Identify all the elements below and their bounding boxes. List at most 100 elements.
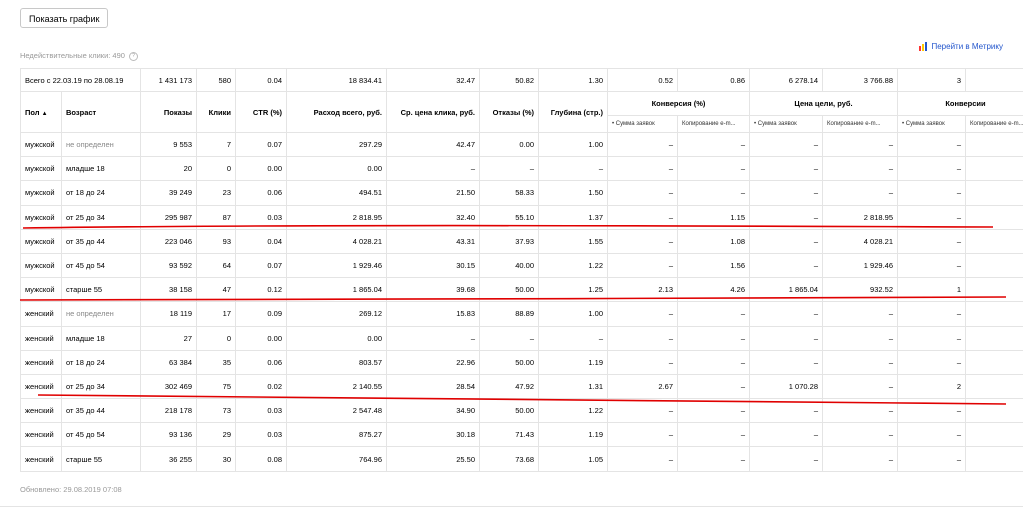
metric-cell: – — [607, 398, 678, 424]
metric-cell: – — [897, 301, 966, 327]
metric-cell: 64 — [196, 252, 236, 279]
show-chart-button[interactable]: Показать график — [20, 8, 109, 28]
total-row: Всего с 22.03.19 по 28.08.19 1 431 173 580… — [20, 68, 1023, 92]
goal-subheader[interactable]: • Сумма заявок — [607, 115, 678, 133]
metric-cell: – — [897, 252, 966, 279]
metric-cell: – — [677, 422, 750, 448]
column-header-goal-price[interactable]: Цена цели, руб. — [749, 91, 898, 116]
metric-cell: 39.68 — [386, 277, 480, 303]
column-header-avg-cpc[interactable]: Ср. цена клика, руб. — [386, 91, 480, 133]
metric-cell: 15.83 — [386, 301, 480, 327]
column-header-conversion-pct[interactable]: Конверсия (%) — [607, 91, 750, 116]
metric-cell: 39 249 — [140, 180, 197, 206]
metric-cell: – — [677, 131, 750, 158]
gender-cell: женский — [20, 398, 62, 424]
goal-subheader[interactable]: • Сумма заявок — [749, 115, 823, 133]
metric-cell: 1.31 — [538, 373, 608, 400]
age-cell: не определен — [61, 301, 141, 327]
goal-subheader[interactable]: • Сумма заявок — [897, 115, 966, 133]
help-icon[interactable]: ? — [129, 51, 139, 61]
metric-cell: – — [607, 325, 678, 351]
total-cell: 5 — [965, 68, 1023, 92]
column-header-clicks[interactable]: Клики — [196, 91, 236, 133]
metric-cell: 1 — [965, 228, 1023, 254]
metric-cell: 88.89 — [479, 301, 539, 327]
column-header-bounces[interactable]: Отказы (%) — [479, 91, 539, 133]
goal-subheader[interactable]: Копирование e-m... — [677, 115, 750, 133]
metrika-link-label[interactable]: Перейти в Метрику — [931, 42, 1003, 51]
metric-cell: – — [749, 446, 823, 472]
metric-cell: 30 — [196, 446, 236, 472]
metric-cell: – — [897, 131, 966, 158]
metric-cell: 1 070.28 — [749, 373, 823, 400]
total-cell: 6 278.14 — [749, 68, 823, 92]
column-header-spend[interactable]: Расход всего, руб. — [286, 91, 387, 133]
metric-cell: 1.22 — [538, 398, 608, 424]
metric-cell: 1.08 — [677, 228, 750, 254]
metric-cell: 0.12 — [235, 277, 287, 303]
column-header-impressions[interactable]: Показы — [140, 91, 197, 133]
metric-cell: – — [897, 228, 966, 254]
table-row: мужской от 35 до 44 223 046 93 0.04 4 028.21 4… — [20, 228, 1023, 254]
metric-cell: 764.96 — [286, 446, 387, 472]
metric-cell: – — [677, 156, 750, 182]
column-header-depth[interactable]: Глубина (стр.) — [538, 91, 608, 133]
metric-cell: 0 — [196, 156, 236, 182]
metric-cell: – — [386, 325, 480, 351]
metric-cell: 2 547.48 — [286, 398, 387, 424]
gender-cell: мужской — [20, 252, 62, 279]
metric-cell: – — [822, 180, 898, 206]
metric-cell: – — [607, 204, 678, 230]
total-cell: 3 766.88 — [822, 68, 898, 92]
metric-cell: – — [607, 422, 678, 448]
metric-cell: – — [749, 349, 823, 375]
column-header-gender[interactable]: Пол ▲ — [20, 91, 62, 133]
metric-cell: – — [822, 349, 898, 375]
metric-cell: 2 818.95 — [822, 204, 898, 230]
table-row: мужскоймладше 182000.000.00––––––––– — [20, 156, 1023, 182]
gender-cell: женский — [20, 373, 62, 400]
metric-cell: – — [822, 446, 898, 472]
metric-cell: 1 929.46 — [822, 252, 898, 279]
gender-cell: женский — [20, 301, 62, 327]
goal-subheader[interactable]: Копирование e-m... — [822, 115, 898, 133]
age-cell: от 35 до 44 — [61, 398, 141, 424]
gender-cell: мужской — [20, 180, 62, 206]
metric-cell: – — [965, 301, 1023, 327]
age-cell: от 45 до 54 — [61, 252, 141, 279]
metric-cell: – — [822, 325, 898, 351]
metric-cell: – — [822, 156, 898, 182]
age-cell: от 45 до 54 — [61, 422, 141, 448]
metric-cell: 0.00 — [479, 131, 539, 158]
metric-cell: – — [677, 349, 750, 375]
metric-cell: – — [749, 180, 823, 206]
column-header-conversions[interactable]: Конверсии — [897, 91, 1023, 116]
metric-cell: – — [965, 349, 1023, 375]
metrika-link[interactable]: Перейти в Метрику — [919, 42, 1003, 51]
metric-cell: 2.67 — [607, 373, 678, 400]
metric-cell: 0.09 — [235, 301, 287, 327]
metric-cell: 63 384 — [140, 349, 197, 375]
metric-cell: 34.90 — [386, 398, 480, 424]
metric-cell: 494.51 — [286, 180, 387, 206]
metric-cell: 9 553 — [140, 131, 197, 158]
gender-cell: женский — [20, 422, 62, 448]
metric-cell: 32.40 — [386, 204, 480, 230]
column-header-ctr[interactable]: CTR (%) — [235, 91, 287, 133]
header-row: Пол ▲ Возраст Показы Клики CTR (%) Расход всег… — [20, 91, 1023, 133]
age-cell: от 25 до 34 — [61, 373, 141, 400]
metric-cell: 1.00 — [538, 301, 608, 327]
metric-cell: 302 469 — [140, 373, 197, 400]
table-row: женский от 25 до 34 302 469 75 0.02 2 140.55 2… — [20, 373, 1023, 400]
metric-cell: 0.07 — [235, 131, 287, 158]
gender-cell: мужской — [20, 204, 62, 230]
metric-cell: 1 — [965, 204, 1023, 230]
metric-cell: 1 — [897, 277, 966, 303]
total-cell: 3 — [897, 68, 966, 92]
metric-cell: 1.56 — [677, 252, 750, 279]
goal-subheader[interactable]: Копирование e-m... — [965, 115, 1023, 133]
metric-cell: 37.93 — [479, 228, 539, 254]
gender-cell: мужской — [20, 131, 62, 158]
column-header-age[interactable]: Возраст — [61, 91, 141, 133]
metric-cell: – — [607, 252, 678, 279]
